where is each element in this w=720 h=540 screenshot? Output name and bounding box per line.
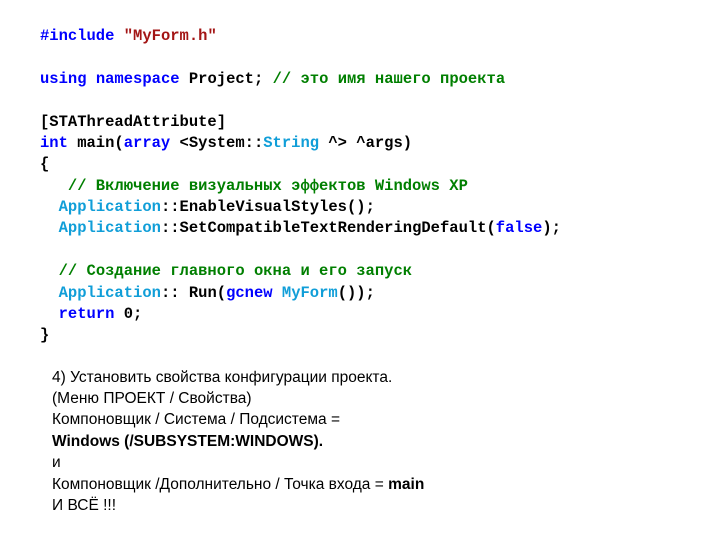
comment-xp: // Включение визуальных эффектов Windows… [68,177,468,195]
document-page: #include "MyForm.h" using namespace Proj… [0,0,720,536]
keyword-using: using [40,70,87,88]
brace-close: } [40,326,49,344]
type-myform: MyForm [282,284,338,302]
keyword-gcnew: gcnew [226,284,273,302]
note-line-6: Компоновщик /Дополнительно / Точка входа… [52,474,680,495]
note-line-3: Компоновщик / Система / Подсистема = [52,409,680,430]
indent [40,284,59,302]
keyword-false: false [496,219,543,237]
call-evs: ::EnableVisualStyles(); [161,198,375,216]
space [114,27,123,45]
args-rest: ^> ^args) [319,134,412,152]
call-run-end: ()); [338,284,375,302]
paren-close: ); [542,219,561,237]
main-decl: main( [68,134,124,152]
space [87,70,96,88]
note-line-4: Windows (/SUBSYSTEM:WINDOWS). [52,431,680,452]
indent [40,219,59,237]
attribute: [STAThreadAttribute] [40,113,226,131]
generic-open: <System:: [170,134,263,152]
call-sctrd: ::SetCompatibleTextRenderingDefault( [161,219,496,237]
note-bold-subsystem: Windows (/SUBSYSTEM:WINDOWS). [52,433,323,450]
keyword-namespace: namespace [96,70,180,88]
brace-open: { [40,155,49,173]
comment-project: // это имя нашего проекта [273,70,506,88]
type-string: String [263,134,319,152]
call-run: :: Run( [161,284,226,302]
note-line-1: 4) Установить свойства конфигурации прое… [52,367,680,388]
indent [40,305,59,323]
note-line-7: И ВСЁ !!! [52,495,680,516]
namespace-name: Project; [189,70,263,88]
notes-block: 4) Установить свойства конфигурации прое… [52,367,680,517]
note-bold-main: main [388,476,424,493]
string-header: "MyForm.h" [124,27,217,45]
comment-mainwin: // Создание главного окна и его запуск [59,262,412,280]
indent [40,177,68,195]
code-block: #include "MyForm.h" using namespace Proj… [40,26,680,347]
note-line-2: (Меню ПРОЕКТ / Свойства) [52,388,680,409]
indent [40,198,59,216]
return-val: 0; [114,305,142,323]
type-application: Application [59,284,161,302]
note-line-5: и [52,452,680,473]
keyword-array: array [124,134,171,152]
space [273,284,282,302]
type-application: Application [59,219,161,237]
keyword-int: int [40,134,68,152]
space [180,70,189,88]
note-entrypoint-label: Компоновщик /Дополнительно / Точка входа… [52,476,388,493]
keyword-include: #include [40,27,114,45]
keyword-return: return [59,305,115,323]
space [263,70,272,88]
type-application: Application [59,198,161,216]
indent [40,262,59,280]
